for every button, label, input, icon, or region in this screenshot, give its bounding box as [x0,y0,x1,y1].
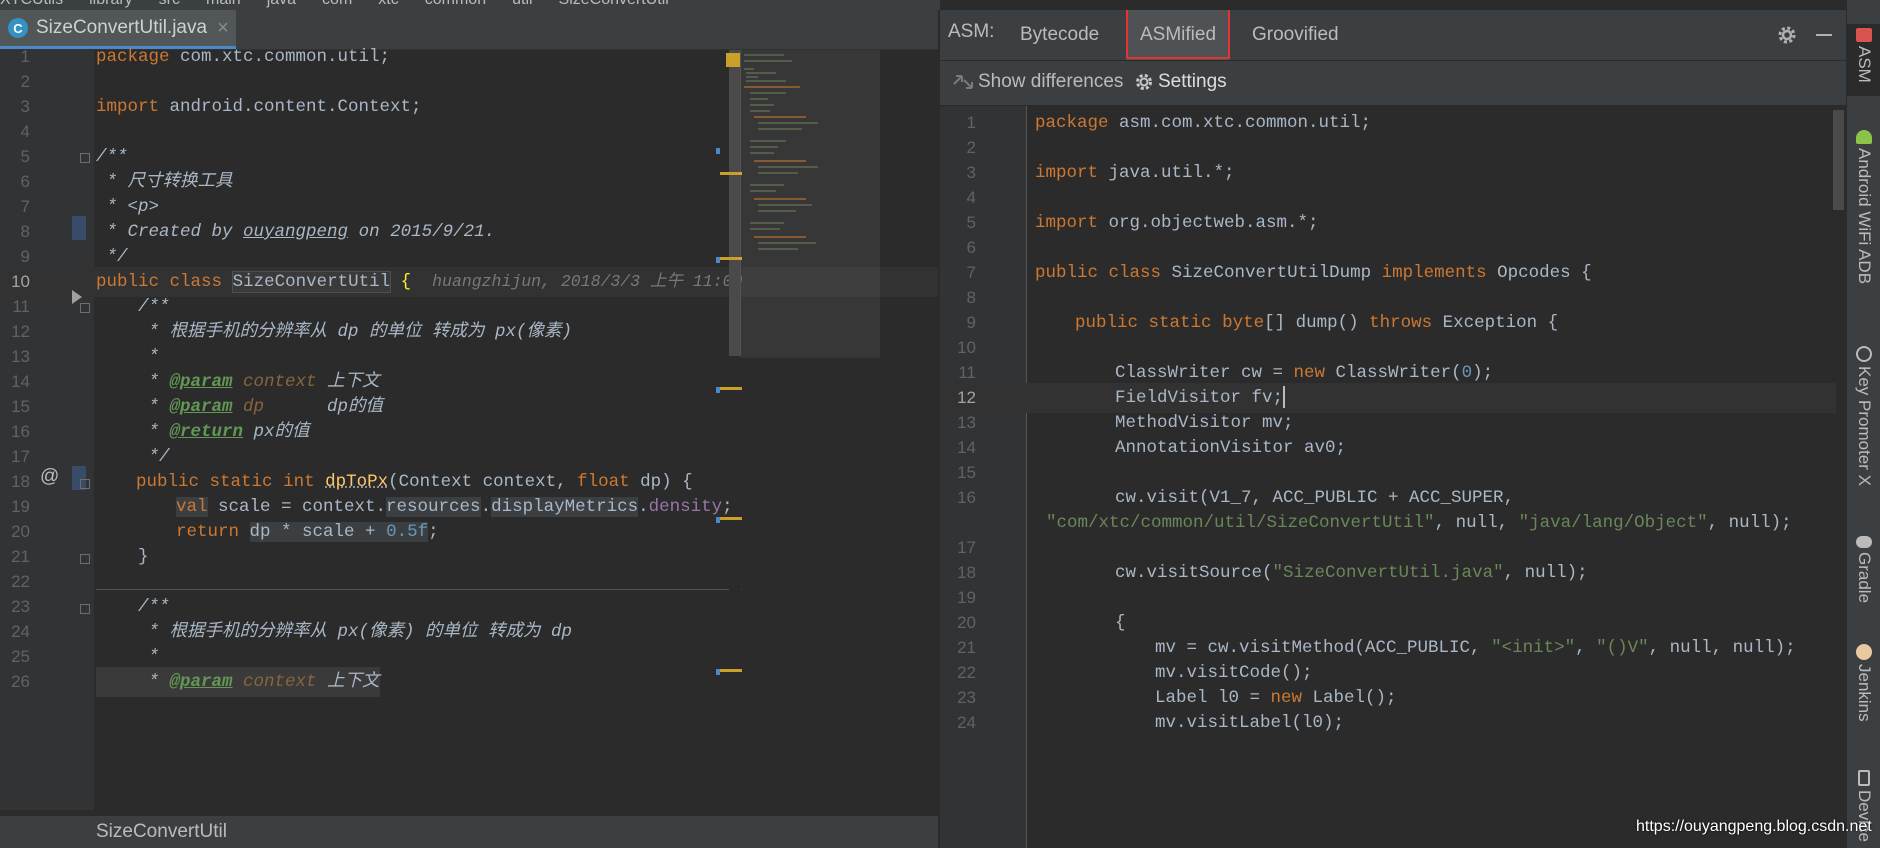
class-breadcrumb[interactable]: SizeConvertUtil [96,821,227,843]
diff-arrows-icon [953,75,973,89]
info-stripe[interactable] [716,148,720,154]
breadcrumb-item[interactable]: library [89,0,133,8]
device-icon [1858,770,1870,786]
run-arrow-icon[interactable] [72,290,82,304]
breadcrumb-item[interactable]: SizeConvertUtil [559,0,669,8]
asm-code-line: 24 mv.visitLabel(l0); [957,713,1345,733]
breadcrumb-item[interactable]: xtc [378,0,398,8]
asm-label: ASM: [948,21,995,42]
fold-marker[interactable] [80,153,90,163]
method-separator [96,589,742,590]
info-stripe[interactable] [716,517,720,523]
sidebar-item-gradle[interactable]: Gradle [1847,536,1880,616]
sidebar-item-device[interactable]: Device [1847,770,1880,848]
breadcrumb-item[interactable]: src [159,0,180,8]
settings-gear-icon [1136,74,1152,90]
asm-toolbar: Show differences Settings [940,61,1846,106]
sidebar-item-key-promoter-x[interactable]: Key Promoter X [1847,346,1880,496]
tab-groovified[interactable]: Groovified [1238,10,1353,60]
warning-stripe[interactable] [720,517,742,520]
minimize-icon[interactable] [1816,34,1832,36]
fold-marker[interactable] [80,554,90,564]
info-stripe[interactable] [716,669,720,675]
sidebar-item-android-wifi-adb[interactable]: Android WiFi ADB [1847,130,1880,300]
source-editor[interactable]: C SizeConvertUtil.java × 1 package com.xt… [0,10,938,848]
breadcrumb-item[interactable]: common [425,0,486,8]
info-stripe[interactable] [716,387,720,393]
breadcrumb: XTCUtils library src main java com xtc common ut… [0,0,940,10]
warning-stripe[interactable] [720,387,742,390]
code-minimap[interactable] [740,50,932,810]
gradle-elephant-icon [1856,536,1872,548]
asm-tool-window: ASM: Bytecode ASMified Groovified Show d… [940,10,1846,848]
asm-tab-bar: ASM: Bytecode ASMified Groovified [940,10,1846,61]
sidebar-item-asm[interactable]: ASM [1847,24,1880,96]
warning-stripe[interactable] [720,172,742,175]
settings-button[interactable]: Settings [1134,71,1227,93]
fold-marker[interactable] [80,604,90,614]
breadcrumb-item[interactable]: XTCUtils [0,0,63,8]
breadcrumb-item[interactable]: util [512,0,532,8]
editor-breadcrumb-bar: SizeConvertUtil [0,816,938,848]
info-stripe[interactable] [716,257,720,263]
inspection-warning-icon[interactable] [726,53,740,67]
tool-window-stripe: ASM Android WiFi ADB Key Promoter X Grad… [1846,0,1880,848]
breadcrumb-item[interactable]: java [267,0,296,8]
close-icon[interactable]: × [217,17,229,40]
show-differences-button[interactable]: Show differences [952,71,1123,93]
gear-icon[interactable] [1776,24,1798,46]
override-at-icon[interactable]: @ [40,466,59,488]
breadcrumb-item[interactable]: main [206,0,241,8]
java-class-icon: C [8,18,28,38]
tab-bytecode[interactable]: Bytecode [1006,10,1113,60]
android-icon [1856,130,1872,144]
asm-plugin-icon [1856,28,1872,42]
scrollbar-thumb[interactable] [1833,110,1844,210]
watermark: https://ouyangpeng.blog.csdn.net [1636,818,1872,835]
sidebar-item-jenkins[interactable]: Jenkins [1847,644,1880,734]
fold-marker[interactable] [80,303,90,313]
jenkins-icon [1856,644,1872,660]
highlight-box [1126,10,1230,59]
fold-marker[interactable] [80,479,90,489]
warning-stripe[interactable] [720,257,742,260]
key-promoter-icon [1856,346,1872,362]
git-blame-annotation: huangzhijun, 2018/3/3 上午 11:00 [432,272,743,291]
warning-stripe[interactable] [720,669,742,672]
breadcrumb-item[interactable]: com [322,0,352,8]
editor-tab-label: SizeConvertUtil.java [36,17,208,38]
text-caret [1283,386,1286,409]
asmified-code-viewer[interactable]: 1 package asm.com.xtc.common.util; 2 3 imp… [940,106,1846,848]
